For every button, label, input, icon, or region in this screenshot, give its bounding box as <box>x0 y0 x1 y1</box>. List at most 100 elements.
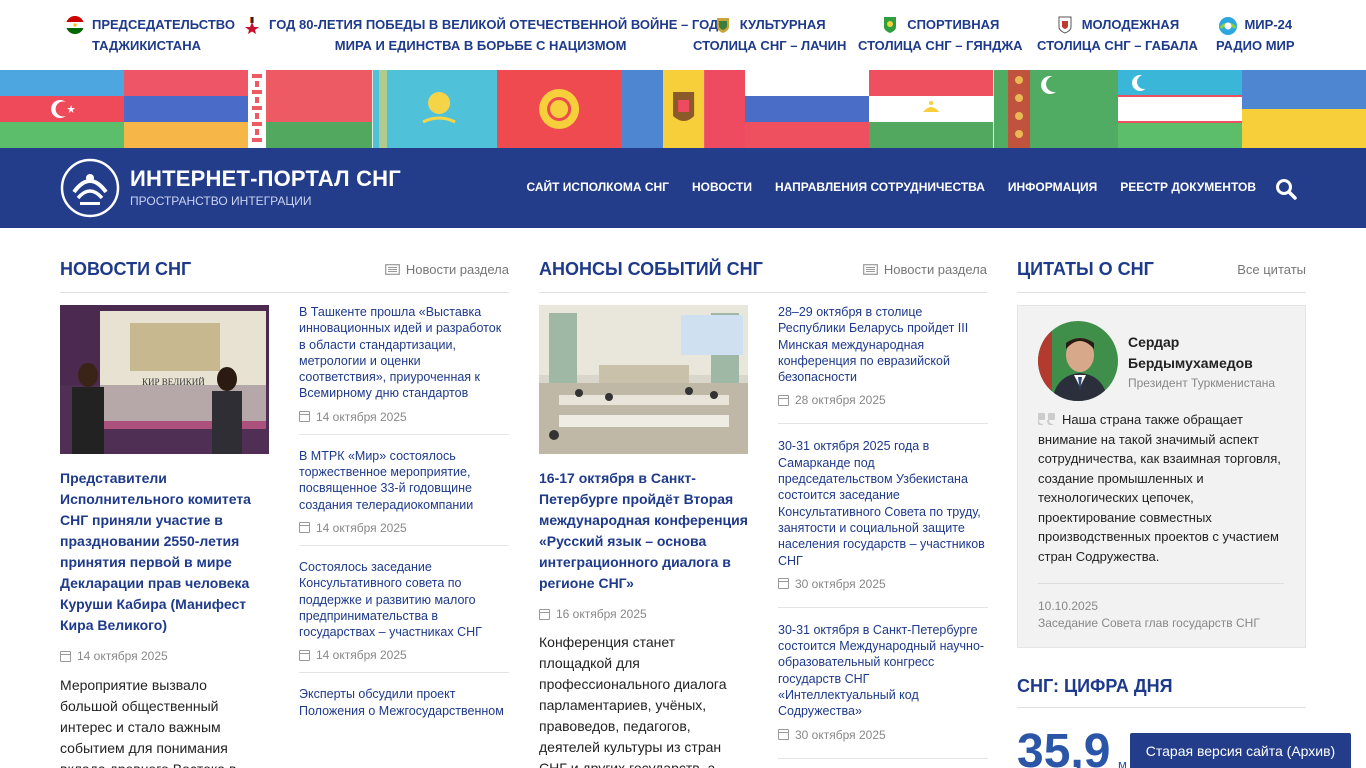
news-section: НОВОСТИ СНГ Новости раздела <box>60 256 509 293</box>
date-text: 28 октября 2025 <box>795 393 886 408</box>
digit-of-day-unit: м <box>1118 757 1127 768</box>
quotes-heading[interactable]: ЦИТАТЫ О СНГ <box>1017 259 1154 280</box>
toplink-youth-capital[interactable]: Молодежная столица СНГ – Габала <box>1037 14 1198 56</box>
events-more-label: Новости раздела <box>883 261 987 277</box>
flag-ukraine <box>1241 70 1366 148</box>
news-more-label: Новости раздела <box>405 261 509 277</box>
news-feature-title[interactable]: Представители Исполнительного комитета С… <box>60 468 269 636</box>
nav-news[interactable]: НОВОСТИ <box>692 180 752 194</box>
toplink-victory-year[interactable]: Год 80-летия Победы в Великой Отечествен… <box>243 14 718 56</box>
calendar-icon <box>299 411 310 423</box>
list-item[interactable]: 28–29 октября в столице Республики Белар… <box>778 304 988 425</box>
list-item[interactable]: 30-31 октября в Санкт-Петербурге состоит… <box>778 622 988 759</box>
avatar <box>1038 321 1118 401</box>
toplink-mir24[interactable]: Мир-24 Радио Мир <box>1216 14 1295 56</box>
list-item-title[interactable]: Состоялось заседание Консультативного со… <box>299 559 509 640</box>
news-more-link[interactable]: Новости раздела <box>384 261 509 277</box>
nav-cooperation[interactable]: НАПРАВЛЕНИЯ СОТРУДНИЧЕСТВА <box>775 180 985 194</box>
list-item-date: 14 октября 2025 <box>299 410 509 424</box>
quote-text: Наша страна также обращает внимание на т… <box>1038 410 1288 566</box>
site-header: ИНТЕРНЕТ-ПОРТАЛ СНГ ПРОСТРАНСТВО ИНТЕГРА… <box>0 148 1366 228</box>
site-subtitle: ПРОСТРАНСТВО ИНТЕГРАЦИИ <box>130 194 312 208</box>
list-item-title[interactable]: В МТРК «Мир» состоялось торжественное ме… <box>299 448 509 513</box>
calendar-icon <box>539 608 550 620</box>
news-heading[interactable]: НОВОСТИ СНГ <box>60 259 191 280</box>
news-feature-date: 14 октября 2025 <box>60 649 168 663</box>
flag-kyrgyzstan <box>496 70 621 148</box>
date-text: 30 октября 2025 <box>795 727 886 742</box>
list-item[interactable]: В Ташкенте прошла «Выставка инновационны… <box>299 304 509 435</box>
nav-executive-committee[interactable]: САЙТ ИСПОЛКОМА СНГ <box>526 180 668 194</box>
date-text: 14 октября 2025 <box>316 520 407 535</box>
all-quotes-link[interactable]: Все цитаты <box>1237 262 1306 277</box>
list-item-title[interactable]: 28–29 октября в столице Республики Белар… <box>778 304 988 385</box>
flag-tajikistan <box>869 70 994 148</box>
date-text: 30 октября 2025 <box>795 576 886 591</box>
divider <box>1038 583 1284 584</box>
calendar-icon <box>60 650 71 662</box>
calendar-icon <box>778 578 789 590</box>
cis-logo-icon[interactable] <box>60 158 120 218</box>
flag-uzbekistan <box>1117 70 1242 148</box>
date-text: 14 октября 2025 <box>77 649 168 663</box>
newspaper-icon <box>384 263 400 275</box>
flag-turkmenistan <box>993 70 1118 148</box>
image-caption: КИР ВЕЛИКИЙ <box>142 377 205 387</box>
toplink-line1: Спортивная <box>907 17 1000 32</box>
events-section: АНОНСЫ СОБЫТИЙ СНГ Новости раздела <box>539 256 987 293</box>
quote-date: 10.10.2025 <box>1038 599 1099 613</box>
lachin-emblem-icon <box>714 16 732 34</box>
list-item[interactable]: В МТРК «Мир» состоялось торжественное ме… <box>299 448 509 546</box>
nav-documents-registry[interactable]: РЕЕСТР ДОКУМЕНТОВ <box>1120 180 1256 194</box>
events-feature-text: Конференция станет площадкой для професс… <box>539 634 727 768</box>
search-icon[interactable] <box>1275 178 1297 200</box>
quote-author-name[interactable]: Сердар Бердымухамедов <box>1128 332 1298 374</box>
list-item-title[interactable]: Эксперты обсудили проект Положения о Меж… <box>299 686 509 719</box>
list-item-title[interactable]: 30-31 октября в Санкт-Петербурге состоит… <box>778 622 988 720</box>
nav-information[interactable]: ИНФОРМАЦИЯ <box>1008 180 1097 194</box>
toplink-cultural-capital[interactable]: Культурная столица СНГ – Лачин <box>693 14 846 56</box>
toplink-line2: столица СНГ – Лачин <box>693 38 847 53</box>
events-feature-image[interactable] <box>539 305 748 454</box>
quote-author-role: Президент Туркменистана <box>1128 376 1276 390</box>
flag-kazakhstan <box>372 70 497 148</box>
site-title[interactable]: ИНТЕРНЕТ-ПОРТАЛ СНГ <box>130 166 401 192</box>
events-list: 28–29 октября в столице Республики Белар… <box>778 304 988 759</box>
events-heading[interactable]: АНОНСЫ СОБЫТИЙ СНГ <box>539 259 763 280</box>
toplink-chairmanship[interactable]: Председательство Таджикистана <box>66 14 235 56</box>
news-feature-image[interactable]: КИР ВЕЛИКИЙ <box>60 305 269 454</box>
toplink-line1: Председательство <box>92 17 235 32</box>
toplink-line1: Год 80-летия Победы в Великой Отечествен… <box>269 17 719 32</box>
news-list: В Ташкенте прошла «Выставка инновационны… <box>299 304 509 719</box>
toplink-sport-capital[interactable]: Спортивная столица СНГ – Гянджа <box>858 14 1023 56</box>
date-text: 14 октября 2025 <box>316 648 407 663</box>
quote-body: Наша страна также обращает внимание на т… <box>1038 412 1281 564</box>
quotes-section: ЦИТАТЫ О СНГ Все цитаты <box>1017 256 1306 293</box>
toplink-line1: Молодежная <box>1081 17 1180 32</box>
digit-of-day-heading[interactable]: СНГ: ЦИФРА ДНЯ <box>1017 676 1306 697</box>
list-item-date: 30 октября 2025 <box>778 728 988 742</box>
flag-azerbaijan <box>0 70 125 148</box>
toplink-line2: Радио Мир <box>1216 38 1295 53</box>
calendar-icon <box>299 522 310 534</box>
member-flags-strip <box>0 70 1366 148</box>
list-item[interactable]: Эксперты обсудили проект Положения о Меж… <box>299 686 509 719</box>
list-item-date: 14 октября 2025 <box>299 648 509 662</box>
events-more-link[interactable]: Новости раздела <box>862 261 987 277</box>
list-item-title[interactable]: 30-31 октября 2025 года в Самарканде под… <box>778 438 988 568</box>
toplink-line1: Культурная <box>739 17 826 32</box>
list-item[interactable]: 30-31 октября 2025 года в Самарканде под… <box>778 438 988 608</box>
ganja-emblem-icon <box>881 16 899 34</box>
list-item-title[interactable]: В Ташкенте прошла «Выставка инновационны… <box>299 304 509 402</box>
events-feature-date: 16 октября 2025 <box>539 607 647 621</box>
date-text: 16 октября 2025 <box>556 607 647 621</box>
quote-mark-icon <box>1038 413 1055 425</box>
events-feature-title[interactable]: 16-17 октября в Санкт-Петербурге пройдёт… <box>539 468 748 594</box>
mir-logo-icon <box>1218 16 1238 35</box>
quote-event[interactable]: Заседание Совета глав государств СНГ <box>1038 616 1260 630</box>
old-site-version-button[interactable]: Старая версия сайта (Архив) <box>1130 733 1351 768</box>
flag-russia <box>745 70 870 148</box>
list-item[interactable]: Состоялось заседание Консультативного со… <box>299 559 509 674</box>
digit-of-day-value: 35,9 <box>1017 725 1111 768</box>
toplink-line2: Таджикистана <box>92 38 201 53</box>
